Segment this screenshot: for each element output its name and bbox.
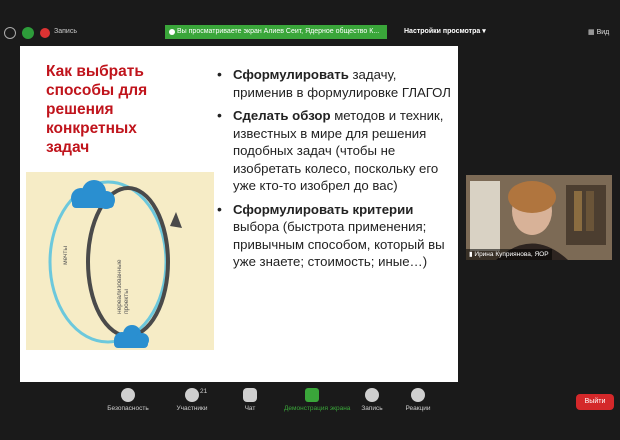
- chevron-down-icon: ▾: [482, 28, 486, 35]
- chat-bubble-icon: [243, 388, 257, 402]
- share-indicator-icon: [169, 29, 175, 35]
- top-bar: Запись Вы просматриваете экран Алиев Сеи…: [0, 0, 620, 44]
- dreams-diagram: мечты нереализованные проекты: [26, 172, 214, 350]
- participant-name-text: Ирина Куприянова, ЯОР: [474, 251, 549, 258]
- view-button-label: Вид: [596, 29, 610, 36]
- grid-view-icon: ▦: [588, 29, 595, 36]
- security-button[interactable]: Безопасность: [100, 388, 156, 412]
- participant-name: ▮ Ирина Куприянова, ЯОР: [466, 249, 552, 260]
- screen-share-banner: Вы просматриваете экран Алиев Сеит, Ядер…: [165, 25, 387, 39]
- participant-video[interactable]: ▮ Ирина Куприянова, ЯОР: [466, 175, 612, 260]
- participants-button[interactable]: 21 Участники: [164, 388, 220, 412]
- chat-button[interactable]: Чат: [222, 388, 278, 412]
- record-icon: [365, 388, 379, 402]
- bullet-bold: Сделать обзор: [233, 108, 331, 123]
- info-icon[interactable]: [4, 27, 16, 39]
- bullet-bold: Сформулировать критерии: [233, 201, 414, 217]
- participants-label: Участники: [176, 405, 208, 412]
- share-arrow-icon: [305, 388, 319, 402]
- screen-share-banner-text: Вы просматриваете экран Алиев Сеит, Ядер…: [177, 28, 380, 35]
- chat-label: Чат: [244, 405, 256, 412]
- smiley-icon: [411, 388, 425, 402]
- people-icon: [185, 388, 199, 402]
- bullet-item: Сделать обзор методов и техник, известны…: [215, 107, 455, 195]
- recording-label: Запись: [54, 28, 77, 35]
- reactions-label: Реакции: [405, 405, 431, 412]
- share-screen-button[interactable]: Демонстрация экрана: [284, 388, 351, 412]
- dreams-label: мечты: [62, 246, 69, 265]
- shared-slide: Как выбрать способы для решения конкретн…: [20, 46, 458, 382]
- view-options-label: Настройки просмотра: [404, 28, 481, 35]
- security-label: Безопасность: [107, 405, 149, 412]
- reactions-button[interactable]: Реакции: [390, 388, 446, 412]
- bottom-toolbar: Безопасность 21 Участники Чат Демонстрац…: [0, 384, 620, 440]
- view-options-button[interactable]: Настройки просмотра ▾: [398, 25, 492, 39]
- bullet-bold: Сформулировать: [233, 67, 349, 82]
- bullet-item: Сформулировать критерии выбора (быстрота…: [215, 201, 455, 271]
- participants-count: 21: [200, 388, 208, 395]
- unrealized-projects-label: нереализованные проекты: [116, 259, 130, 314]
- share-label: Демонстрация экрана: [284, 405, 351, 412]
- cloud-top-icon: [71, 180, 115, 209]
- slide-title: Как выбрать способы для решения конкретн…: [46, 63, 148, 156]
- bullet-list: Сформулировать задачу, применив в формул…: [215, 66, 455, 277]
- bullet-item: Сформулировать задачу, применив в формул…: [215, 66, 455, 101]
- shield-icon: [121, 388, 135, 402]
- bullet-text: выбора (быстрота применения; привычным с…: [233, 219, 445, 269]
- view-button[interactable]: ▦ Вид: [588, 28, 609, 36]
- leave-button[interactable]: Выйти: [576, 394, 614, 410]
- record-icon[interactable]: [40, 28, 50, 38]
- participant-video-frame: [466, 175, 612, 260]
- arrow-head-icon: [170, 212, 182, 228]
- security-shield-icon[interactable]: [22, 27, 34, 39]
